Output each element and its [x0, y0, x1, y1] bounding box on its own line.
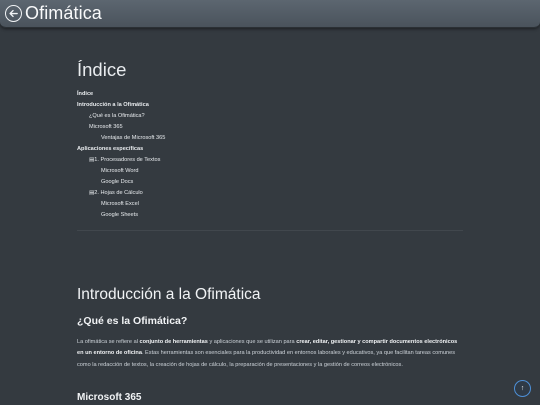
para-text-1: La ofimática se refiere al: [77, 339, 140, 345]
section-title: Introducción a la Ofimática: [77, 286, 261, 303]
top-bar: Ofimática: [0, 0, 540, 28]
para-bold-1: conjunto de herramientas: [139, 339, 208, 345]
toc-item[interactable]: ▤1. Procesadores de Textos: [77, 155, 463, 166]
arrow-up-icon: ↑: [520, 385, 525, 392]
toc-title: Índice: [77, 59, 127, 80]
toc-item[interactable]: Microsoft Word: [77, 166, 463, 177]
table-of-contents: Índice Introducción a la Ofimática ¿Qué es…: [77, 89, 463, 221]
toc-item[interactable]: Google Docs: [77, 177, 463, 188]
toc-item[interactable]: Microsoft Excel: [77, 199, 463, 210]
intro-paragraph: La ofimática se refiere al conjunto de h…: [77, 337, 463, 371]
next-heading: Microsoft 365: [77, 392, 142, 403]
scroll-to-top-button[interactable]: ↑: [514, 380, 531, 397]
arrow-left-circle-icon: [9, 9, 18, 18]
toc-item[interactable]: Introducción a la Ofimática: [77, 100, 463, 111]
para-text-2: y aplicaciones que se utilizan para: [207, 339, 297, 345]
page-title: Ofimática: [25, 3, 102, 23]
toc-item[interactable]: Aplicaciones específicas: [77, 144, 463, 155]
toc-item[interactable]: ¿Qué es la Ofimática?: [77, 111, 463, 122]
toc-item[interactable]: Ventajas de Microsoft 365: [77, 133, 463, 144]
toc-item[interactable]: Google Sheets: [77, 210, 463, 221]
section-subtitle: ¿Qué es la Ofimática?: [77, 315, 188, 327]
divider: [77, 230, 463, 231]
back-button[interactable]: [5, 5, 22, 22]
toc-item[interactable]: ▤2. Hojas de Cálculo: [77, 188, 463, 199]
toc-item[interactable]: Índice: [77, 89, 463, 100]
toc-item[interactable]: Microsoft 365: [77, 122, 463, 133]
